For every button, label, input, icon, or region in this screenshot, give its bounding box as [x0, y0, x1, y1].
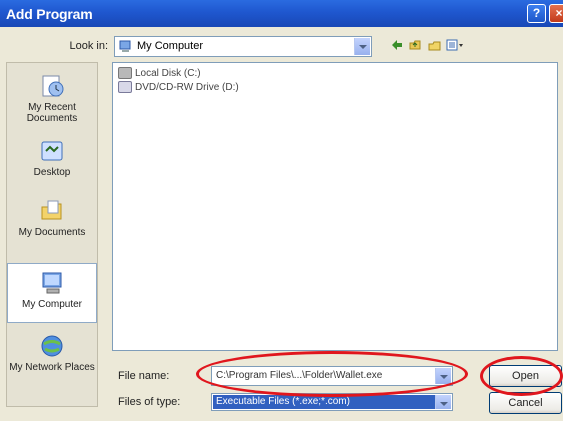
file-list[interactable]: Local Disk (C:) DVD/CD-RW Drive (D:) — [112, 62, 558, 351]
views-menu-icon[interactable] — [446, 38, 464, 54]
open-button-highlight-ellipse — [480, 356, 563, 396]
new-folder-icon[interactable] — [428, 38, 442, 54]
place-label: My Documents — [18, 227, 86, 238]
desktop-icon — [41, 141, 63, 161]
back-arrow-icon[interactable] — [390, 38, 404, 54]
place-my-network-places[interactable]: My Network Places — [7, 333, 97, 373]
window-title: Add Program — [6, 6, 93, 22]
file-type-label: Files of type: — [118, 396, 181, 408]
add-program-dialog: Add Program ? × Look in: My Computer My … — [0, 0, 563, 421]
places-bar: My Recent Documents Desktop My Documents… — [6, 62, 98, 407]
help-button[interactable]: ? — [527, 4, 546, 23]
place-label: My Recent Documents — [26, 102, 78, 124]
my-documents-icon — [41, 200, 62, 220]
chevron-down-icon[interactable] — [354, 38, 370, 55]
file-name: DVD/CD-RW Drive (D:) — [135, 82, 239, 93]
look-in-label: Look in: — [69, 40, 108, 52]
place-desktop[interactable]: Desktop — [7, 138, 97, 178]
file-name-label: File name: — [118, 370, 170, 382]
close-button[interactable]: × — [549, 4, 563, 23]
place-my-documents[interactable]: My Documents — [7, 198, 97, 238]
network-places-icon — [41, 335, 63, 357]
my-computer-small-icon — [119, 40, 131, 52]
chevron-down-icon[interactable] — [435, 395, 451, 409]
look-in-dropdown[interactable]: My Computer — [114, 36, 372, 57]
list-item-dvd-drive[interactable]: DVD/CD-RW Drive (D:) — [118, 81, 239, 95]
title-bar[interactable]: Add Program ? × — [0, 0, 563, 27]
list-item-local-disk[interactable]: Local Disk (C:) — [118, 67, 201, 81]
hard-drive-icon — [118, 67, 132, 80]
look-in-value: My Computer — [137, 40, 204, 52]
recent-documents-icon — [42, 75, 64, 97]
place-my-computer[interactable]: My Computer — [7, 263, 97, 323]
file-name-highlight-ellipse — [196, 351, 468, 397]
file-type-value: Executable Files (*.exe;*.com) — [213, 395, 437, 409]
place-label: My Computer — [21, 299, 82, 310]
my-computer-icon — [42, 272, 62, 294]
place-my-recent-documents[interactable]: My Recent Documents — [7, 73, 97, 124]
up-folder-icon[interactable] — [408, 38, 422, 54]
place-label: My Network Places — [9, 362, 95, 373]
file-name: Local Disk (C:) — [135, 68, 201, 79]
cd-drive-icon — [118, 81, 132, 94]
place-label: Desktop — [33, 167, 71, 178]
